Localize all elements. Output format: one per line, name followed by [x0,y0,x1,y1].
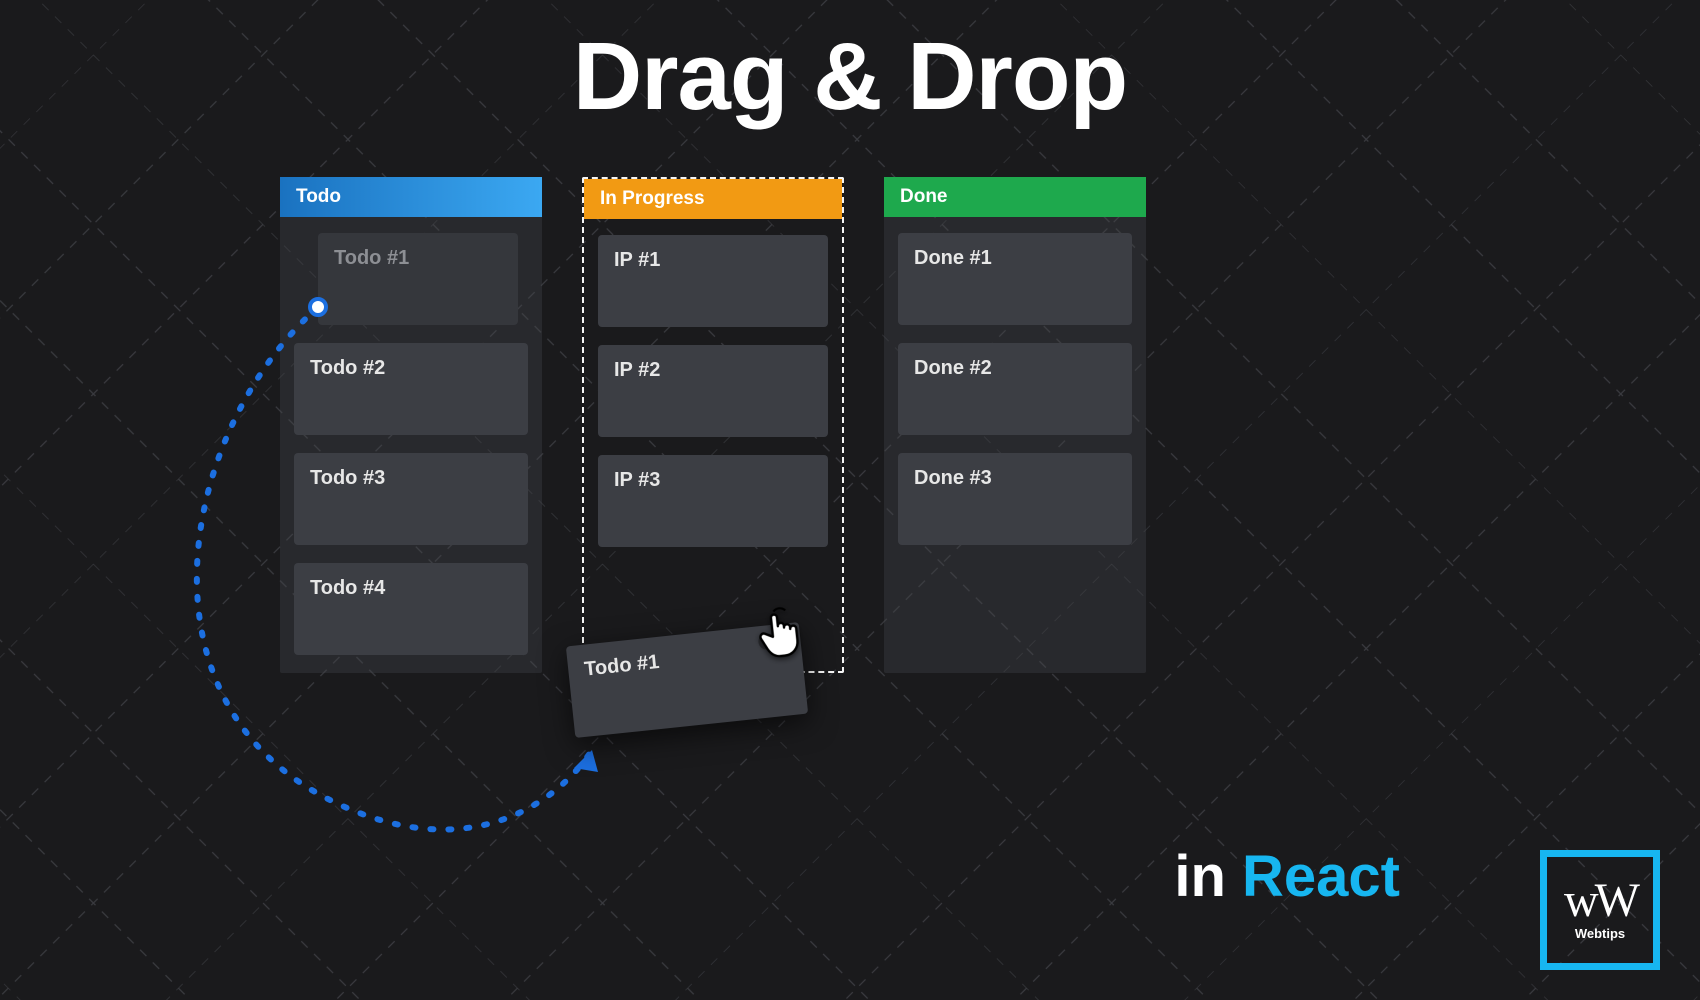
card[interactable]: Todo #4 [294,563,528,655]
card-label: IP #3 [614,469,660,491]
card-list: IP #1 IP #2 IP #3 [584,219,842,547]
dragged-card-label: Todo #1 [583,651,660,681]
card-label: Todo #1 [334,247,409,269]
card-list: Todo #1 Todo #2 Todo #3 Todo #4 [280,217,542,655]
logo-label: Webtips [1575,926,1625,941]
column-header: Todo [280,177,542,217]
column-header: In Progress [584,179,842,219]
subtitle-react: React [1242,844,1400,909]
webtips-logo: wW Webtips [1540,850,1660,970]
card-label: Todo #4 [310,577,385,599]
kanban-board: Todo Todo #1 Todo #2 Todo #3 Todo #4 In Progr… [280,177,1146,673]
card-label: IP #1 [614,249,660,271]
page-title: Drag & Drop [0,22,1700,132]
cursor-hand-icon [753,604,807,667]
card[interactable]: Todo #2 [294,343,528,435]
column-orange[interactable]: In Progress IP #1 IP #2 IP #3 [582,177,844,673]
card[interactable]: IP #1 [598,235,828,327]
column-blue: Todo Todo #1 Todo #2 Todo #3 Todo #4 [280,177,542,673]
column-header: Done [884,177,1146,217]
column-green: Done Done #1 Done #2 Done #3 [884,177,1146,673]
logo-mark: wW [1564,879,1636,922]
card[interactable]: Done #3 [898,453,1132,545]
subtitle: in React [1174,843,1400,910]
card-label: Done #2 [914,357,992,379]
card-label: Done #3 [914,467,992,489]
card-label: Todo #2 [310,357,385,379]
card-label: Todo #3 [310,467,385,489]
card-label: Done #1 [914,247,992,269]
card[interactable]: Done #2 [898,343,1132,435]
card-list: Done #1 Done #2 Done #3 [884,217,1146,545]
card[interactable]: IP #2 [598,345,828,437]
card-label: IP #2 [614,359,660,381]
card[interactable]: Todo #3 [294,453,528,545]
subtitle-prefix: in [1174,844,1242,909]
card[interactable]: Done #1 [898,233,1132,325]
card[interactable]: IP #3 [598,455,828,547]
card-ghost[interactable]: Todo #1 [318,233,518,325]
